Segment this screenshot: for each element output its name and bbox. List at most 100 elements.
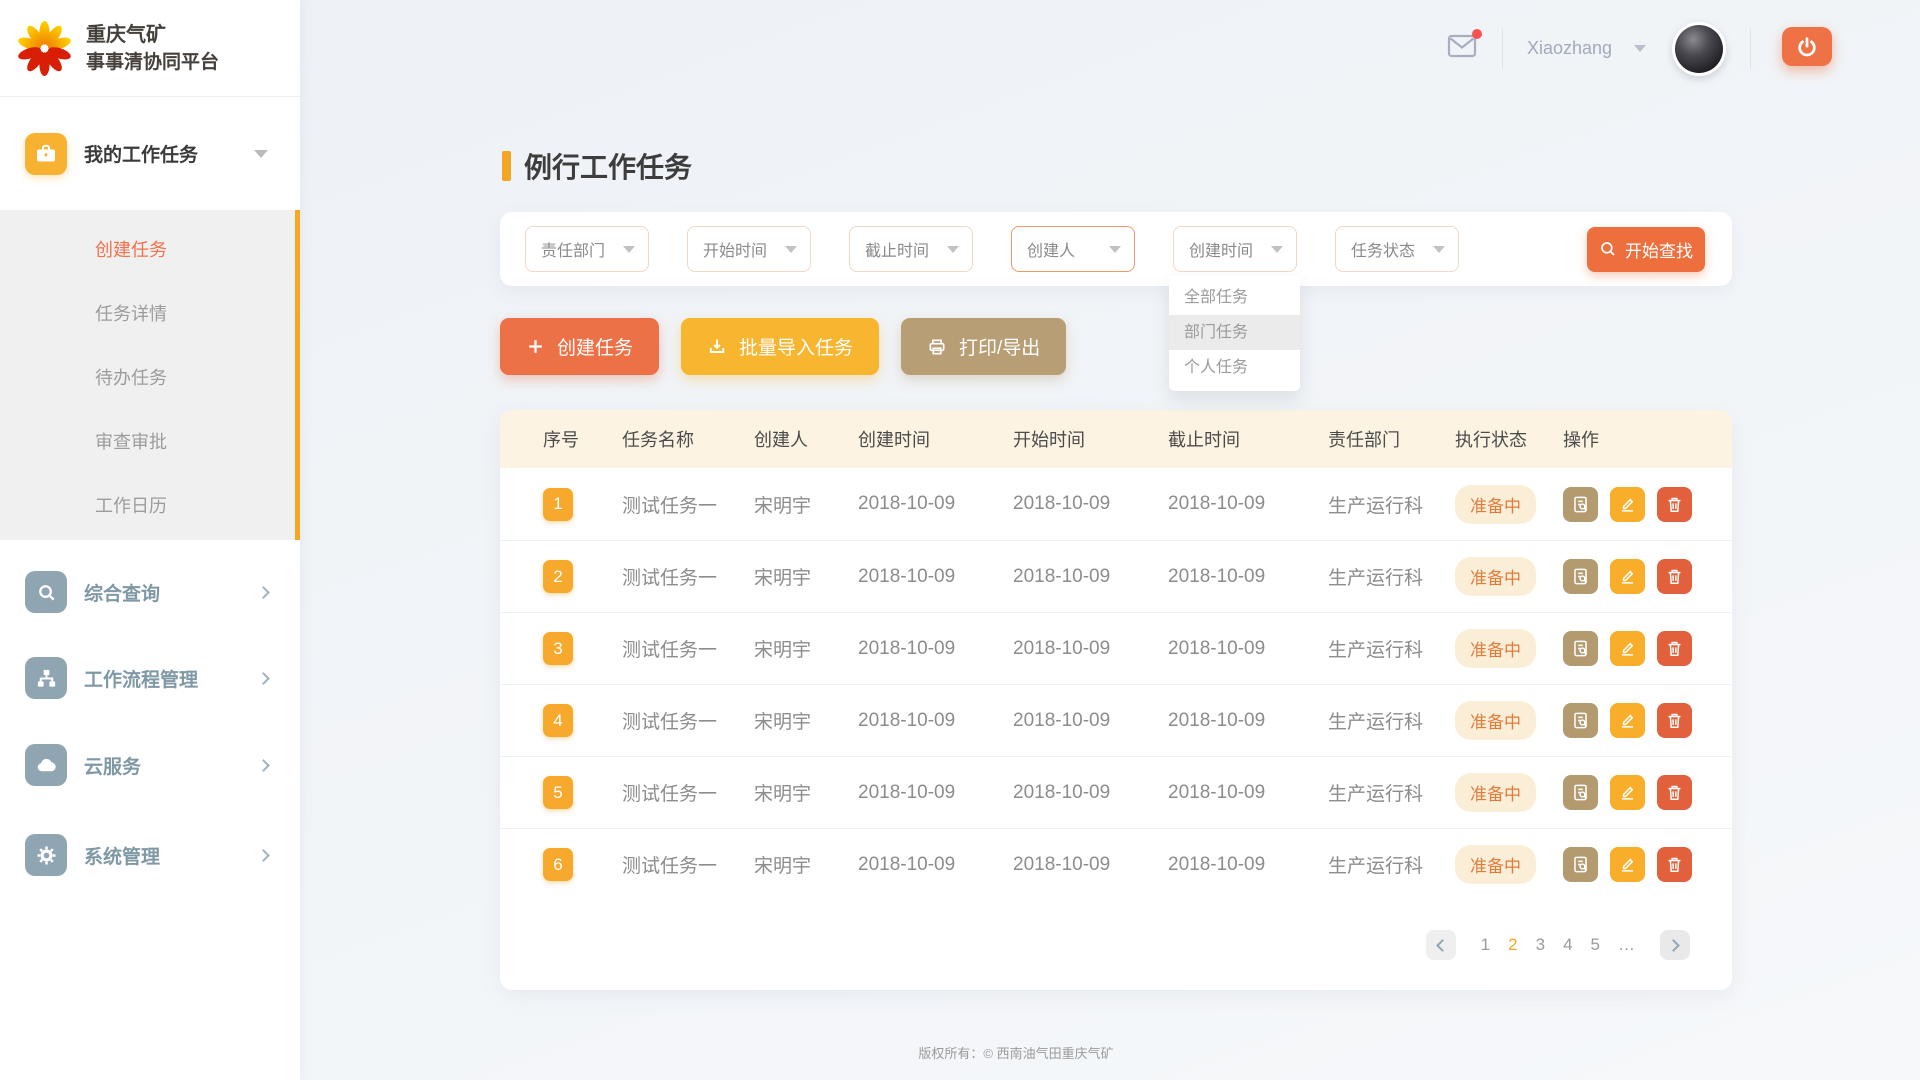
pencil-icon xyxy=(1618,639,1637,658)
page-number[interactable]: 4 xyxy=(1563,935,1572,955)
sitemap-icon xyxy=(25,657,67,699)
submenu-item[interactable]: 任务详情 xyxy=(0,282,300,346)
page-number[interactable]: 3 xyxy=(1536,935,1545,955)
delete-task-button[interactable] xyxy=(1657,703,1692,738)
page-number[interactable]: 5 xyxy=(1591,935,1600,955)
page-number[interactable]: 2 xyxy=(1508,935,1517,955)
dropdown-option[interactable]: 全部任务 xyxy=(1169,280,1300,315)
search-button-label: 开始查找 xyxy=(1625,237,1693,262)
brand-line2: 事事清协同平台 xyxy=(86,49,219,76)
filter-dropdown[interactable]: 创建时间 xyxy=(1173,226,1297,272)
delete-task-button[interactable] xyxy=(1657,559,1692,594)
view-task-button[interactable] xyxy=(1563,559,1598,594)
filter-label: 截止时间 xyxy=(865,237,929,261)
sidebar-item-workflow[interactable]: 工作流程管理 xyxy=(0,649,300,707)
filter-label: 创建人 xyxy=(1027,237,1075,261)
sidebar-item-system[interactable]: 系统管理 xyxy=(0,826,300,884)
start-date-cell: 2018-10-09 xyxy=(1013,566,1168,588)
page-number[interactable]: … xyxy=(1618,935,1635,955)
view-task-button[interactable] xyxy=(1563,775,1598,810)
submenu-item[interactable]: 审查审批 xyxy=(0,410,300,474)
avatar-photo xyxy=(1675,25,1723,73)
start-date-cell: 2018-10-09 xyxy=(1013,710,1168,732)
status-badge: 准备中 xyxy=(1455,701,1536,740)
submenu-item[interactable]: 工作日历 xyxy=(0,474,300,538)
end-date-cell: 2018-10-09 xyxy=(1168,854,1328,876)
view-task-button[interactable] xyxy=(1563,631,1598,666)
column-header: 创建人 xyxy=(754,426,858,452)
column-header: 任务名称 xyxy=(622,426,754,452)
logout-power-button[interactable] xyxy=(1782,27,1832,66)
edit-task-button[interactable] xyxy=(1610,775,1645,810)
view-task-button[interactable] xyxy=(1563,847,1598,882)
next-page-button[interactable] xyxy=(1660,930,1690,960)
filter-label: 任务状态 xyxy=(1351,237,1415,261)
sidebar-item-label: 工作流程管理 xyxy=(84,665,198,692)
trash-icon xyxy=(1665,855,1684,874)
delete-task-button[interactable] xyxy=(1657,487,1692,522)
download-icon xyxy=(707,337,727,357)
filter-dropdown[interactable]: 责任部门 xyxy=(525,226,649,272)
create-task-button[interactable]: 创建任务 xyxy=(500,318,659,375)
edit-task-button[interactable] xyxy=(1610,847,1645,882)
task-name-cell: 测试任务一 xyxy=(622,635,754,662)
power-icon xyxy=(1796,36,1818,58)
created-date-cell: 2018-10-09 xyxy=(858,638,1013,660)
delete-task-button[interactable] xyxy=(1657,631,1692,666)
row-number-cell: 2 xyxy=(543,560,622,593)
row-number-badge: 1 xyxy=(543,488,573,521)
sidebar-item-cloud[interactable]: 云服务 xyxy=(0,736,300,794)
chevron-left-icon xyxy=(1436,939,1449,952)
status-cell: 准备中 xyxy=(1455,557,1563,596)
task-name-cell: 测试任务一 xyxy=(622,851,754,878)
column-header: 开始时间 xyxy=(1013,426,1168,452)
view-task-button[interactable] xyxy=(1563,703,1598,738)
edit-task-button[interactable] xyxy=(1610,487,1645,522)
mail-icon[interactable] xyxy=(1446,33,1478,59)
submenu-item[interactable]: 待办任务 xyxy=(0,346,300,410)
end-date-cell: 2018-10-09 xyxy=(1168,566,1328,588)
delete-task-button[interactable] xyxy=(1657,847,1692,882)
edit-task-button[interactable] xyxy=(1610,703,1645,738)
search-button[interactable]: 开始查找 xyxy=(1587,227,1705,272)
filter-dropdown[interactable]: 开始时间 xyxy=(687,226,811,272)
end-date-cell: 2018-10-09 xyxy=(1168,493,1328,515)
delete-task-button[interactable] xyxy=(1657,775,1692,810)
department-cell: 生产运行科 xyxy=(1328,491,1455,518)
filter-dropdown[interactable]: 截止时间 xyxy=(849,226,973,272)
pagination: 12345 … xyxy=(500,900,1732,990)
status-cell: 准备中 xyxy=(1455,701,1563,740)
chevron-down-icon[interactable] xyxy=(1634,45,1646,52)
sidebar-item-my-tasks[interactable]: 我的工作任务 xyxy=(0,97,300,210)
operations-cell xyxy=(1563,487,1732,522)
batch-import-button[interactable]: 批量导入任务 xyxy=(681,318,879,375)
page-title: 例行工作任务 xyxy=(502,146,692,186)
dropdown-option[interactable]: 部门任务 xyxy=(1169,315,1300,350)
creator-cell: 宋明宇 xyxy=(754,491,858,518)
task-name-cell: 测试任务一 xyxy=(622,707,754,734)
table-row: 6 测试任务一 宋明宇 2018-10-09 2018-10-09 2018-1… xyxy=(500,828,1732,900)
page-number[interactable]: 1 xyxy=(1481,935,1490,955)
previous-page-button[interactable] xyxy=(1426,930,1456,960)
edit-task-button[interactable] xyxy=(1610,631,1645,666)
edit-task-button[interactable] xyxy=(1610,559,1645,594)
status-badge: 准备中 xyxy=(1455,485,1536,524)
task-name-cell: 测试任务一 xyxy=(622,779,754,806)
sidebar-item-label: 我的工作任务 xyxy=(84,140,198,167)
task-name-cell: 测试任务一 xyxy=(622,491,754,518)
username-label[interactable]: Xiaozhang xyxy=(1527,38,1612,59)
filter-dropdown[interactable]: 任务状态 xyxy=(1335,226,1459,272)
view-task-button[interactable] xyxy=(1563,487,1598,522)
start-date-cell: 2018-10-09 xyxy=(1013,854,1168,876)
sidebar-item-query[interactable]: 综合查询 xyxy=(0,563,300,621)
user-avatar[interactable] xyxy=(1672,22,1726,76)
submenu-item[interactable]: 创建任务 xyxy=(0,218,300,282)
creator-cell: 宋明宇 xyxy=(754,707,858,734)
filter-dropdown[interactable]: 创建人 xyxy=(1011,226,1135,272)
pencil-icon xyxy=(1618,567,1637,586)
title-accent-bar xyxy=(502,151,511,181)
print-export-button[interactable]: 打印/导出 xyxy=(901,318,1066,375)
chevron-right-icon xyxy=(257,672,270,685)
department-cell: 生产运行科 xyxy=(1328,563,1455,590)
dropdown-option[interactable]: 个人任务 xyxy=(1169,350,1300,385)
